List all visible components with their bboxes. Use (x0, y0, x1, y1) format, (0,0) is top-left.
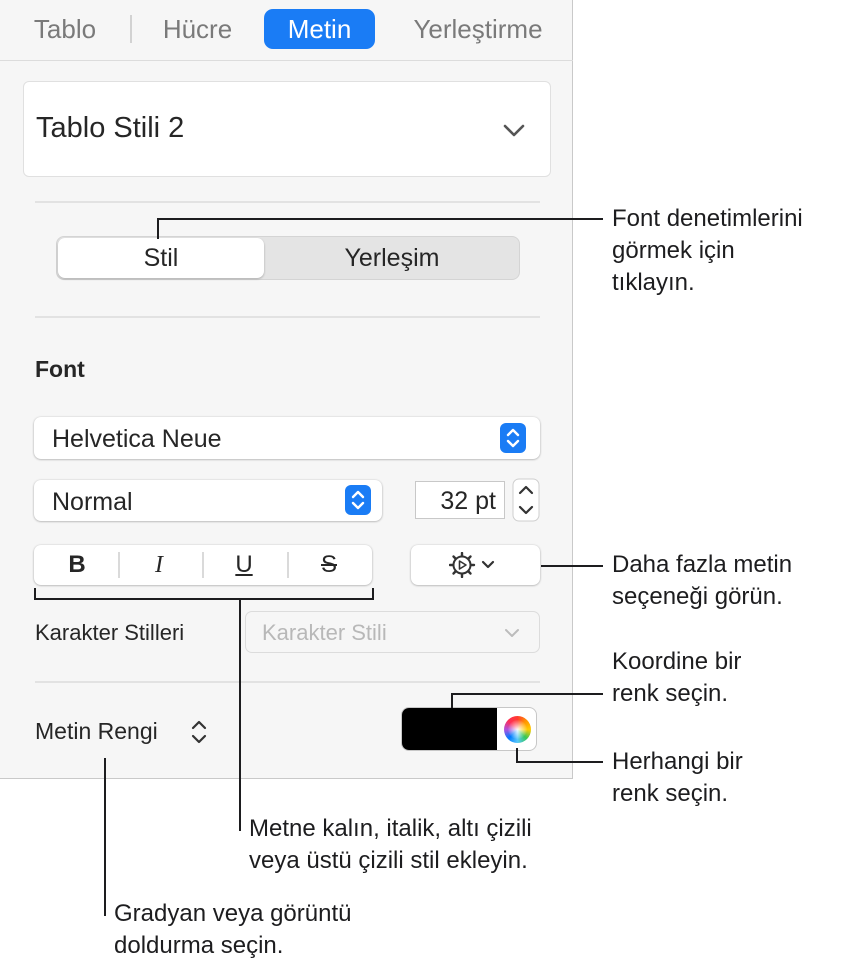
table-style-popup[interactable]: Tablo Stili 2 (23, 81, 551, 177)
font-size-field[interactable]: 32 pt (415, 481, 505, 519)
callout-leader-line (451, 693, 603, 695)
font-family-popup[interactable]: Helvetica Neue (34, 417, 540, 459)
tab-divider (130, 15, 132, 43)
color-well (401, 707, 537, 751)
table-style-value: Tablo Stili 2 (36, 112, 185, 144)
callout-more-text-options: Daha fazla metin seçeneği görün. (612, 551, 793, 610)
up-down-chevron-icon[interactable] (190, 719, 208, 745)
chevron-down-icon (505, 629, 519, 637)
segment-style[interactable]: Stil (58, 238, 264, 278)
text-color-label: Metin Rengi (35, 718, 158, 744)
typeface-value: Normal (52, 488, 133, 516)
format-sidebar: Tablo Hücre Metin Yerleştirme Tablo Stil… (0, 0, 573, 779)
up-down-arrows-icon (500, 423, 526, 453)
tab-arrange[interactable]: Yerleştirme (398, 9, 558, 49)
callout-any-color: Herhangi bir renk seçin. (612, 748, 743, 807)
color-wheel-icon[interactable] (504, 716, 531, 743)
color-swatch[interactable] (402, 708, 497, 750)
callout-leader-line (516, 761, 603, 763)
style-layout-segmented-control: Stil Yerleşim (56, 236, 520, 280)
tab-table[interactable]: Tablo (20, 9, 110, 49)
font-section-heading: Font (35, 356, 85, 382)
section-divider (35, 681, 540, 683)
callout-leader-line (541, 565, 603, 567)
section-divider (35, 316, 540, 318)
tab-cell[interactable]: Hücre (150, 9, 245, 49)
callout-fill: Gradyan veya görüntü doldurma seçin. (114, 900, 352, 959)
character-styles-label: Karakter Stilleri (35, 620, 185, 645)
bold-button[interactable]: B (34, 545, 120, 585)
font-size-stepper[interactable] (512, 478, 540, 522)
callout-coordinated-color: Koordine bir renk seçin. (612, 648, 742, 707)
callout-text-styles: Metne kalın, italik, altı çizili veya üs… (249, 815, 532, 874)
character-style-placeholder: Karakter Stili (262, 620, 387, 645)
gear-icon (449, 552, 495, 578)
tab-text[interactable]: Metin (264, 9, 375, 49)
section-divider (35, 201, 540, 203)
typeface-popup[interactable]: Normal (34, 480, 382, 521)
bracket-line (372, 588, 374, 599)
callout-leader-line (516, 748, 518, 762)
chevron-down-icon (503, 124, 525, 137)
callout-leader-line (239, 599, 241, 831)
advanced-options-button[interactable] (411, 545, 540, 585)
segment-layout[interactable]: Yerleşim (265, 237, 519, 279)
font-size-value: 32 pt (440, 487, 496, 515)
callout-leader-line (157, 219, 159, 239)
text-color-popup[interactable]: Metin Rengi (35, 718, 158, 745)
callout-leader-line (104, 758, 106, 916)
character-style-popup[interactable]: Karakter Stili (245, 611, 540, 653)
up-down-arrows-icon (345, 485, 371, 515)
callout-leader-line (451, 694, 453, 708)
italic-button[interactable]: I (116, 545, 202, 585)
inspector-tab-bar: Tablo Hücre Metin Yerleştirme (0, 0, 573, 61)
underline-button[interactable]: U (201, 545, 287, 585)
bracket-line (34, 598, 374, 600)
font-family-value: Helvetica Neue (52, 425, 222, 453)
strikethrough-button[interactable]: S (286, 545, 372, 585)
callout-leader-line (157, 218, 603, 220)
callout-font-controls: Font denetimlerini görmek için tıklayın. (612, 205, 803, 296)
